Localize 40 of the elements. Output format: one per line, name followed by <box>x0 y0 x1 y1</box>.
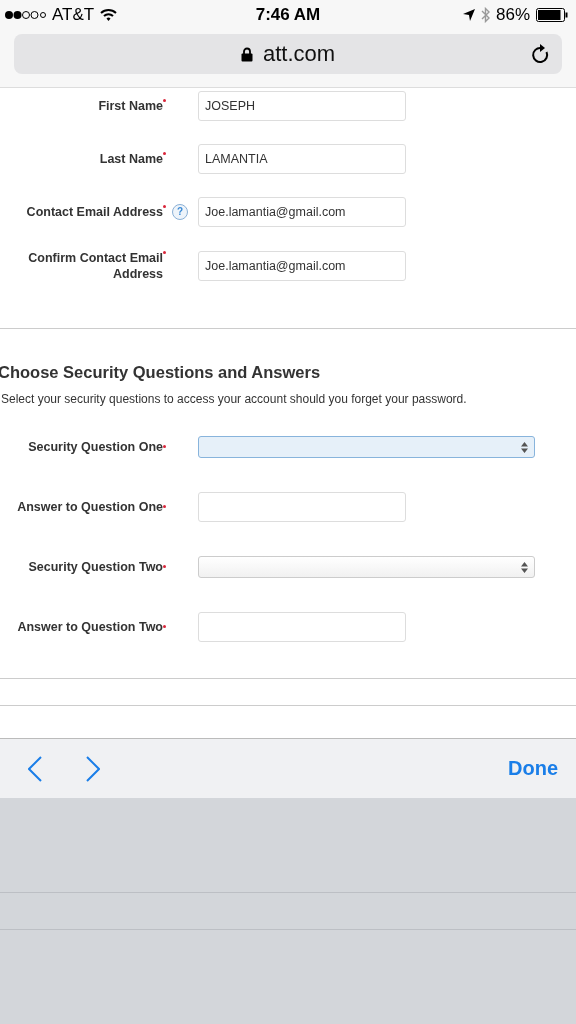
battery-icon <box>536 8 568 22</box>
wifi-icon <box>100 9 118 21</box>
location-arrow-icon <box>462 9 475 21</box>
text-field[interactable]: Joe.lamantia@gmail.com <box>198 251 406 281</box>
field-label: Security Question One <box>28 439 163 455</box>
chevron-left-icon <box>28 755 42 782</box>
section-description: Select your security questions to access your account should you forget your password. <box>1 391 468 407</box>
field-label: First Name <box>98 98 163 114</box>
clock-time: 7:46 AM <box>255 5 321 25</box>
text-field[interactable]: JOSEPH <box>198 91 406 121</box>
reload-icon[interactable] <box>531 44 550 64</box>
updown-arrows-icon <box>521 561 528 573</box>
field-value: LAMANTIA <box>205 152 268 166</box>
text-field[interactable]: Joe.lamantia@gmail.com <box>198 197 406 227</box>
dropdown-field[interactable] <box>198 436 535 458</box>
bluetooth-icon <box>480 7 490 23</box>
url-text: att.com <box>262 41 336 67</box>
previous-field-button[interactable] <box>28 755 42 782</box>
text-field[interactable]: LAMANTIA <box>198 144 406 174</box>
field-value: JOSEPH <box>205 99 255 113</box>
chevron-right-icon <box>86 755 100 782</box>
field-label: Last Name <box>99 151 163 167</box>
field-label: Security Question Two <box>28 559 163 575</box>
field-value: Joe.lamantia@gmail.com <box>205 259 346 273</box>
field-label: Answer to Question Two <box>17 619 163 635</box>
field-label: Contact Email Address <box>26 204 163 220</box>
done-button[interactable]: Done <box>508 757 558 780</box>
next-field-button[interactable] <box>86 755 100 782</box>
updown-arrows-icon <box>521 441 528 453</box>
field-value: Joe.lamantia@gmail.com <box>205 205 346 219</box>
field-label: Answer to Question One <box>17 499 163 515</box>
text-field[interactable] <box>198 492 406 522</box>
carrier-name: AT&T <box>52 5 95 25</box>
field-label: Confirm Contact Email Address <box>27 250 163 282</box>
lock-icon <box>240 46 253 62</box>
signal-icon <box>4 10 46 20</box>
dropdown-field[interactable] <box>198 556 535 578</box>
address-bar[interactable]: att.com <box>14 34 562 74</box>
battery-percent: 86% <box>495 5 530 25</box>
text-field[interactable] <box>198 612 406 642</box>
